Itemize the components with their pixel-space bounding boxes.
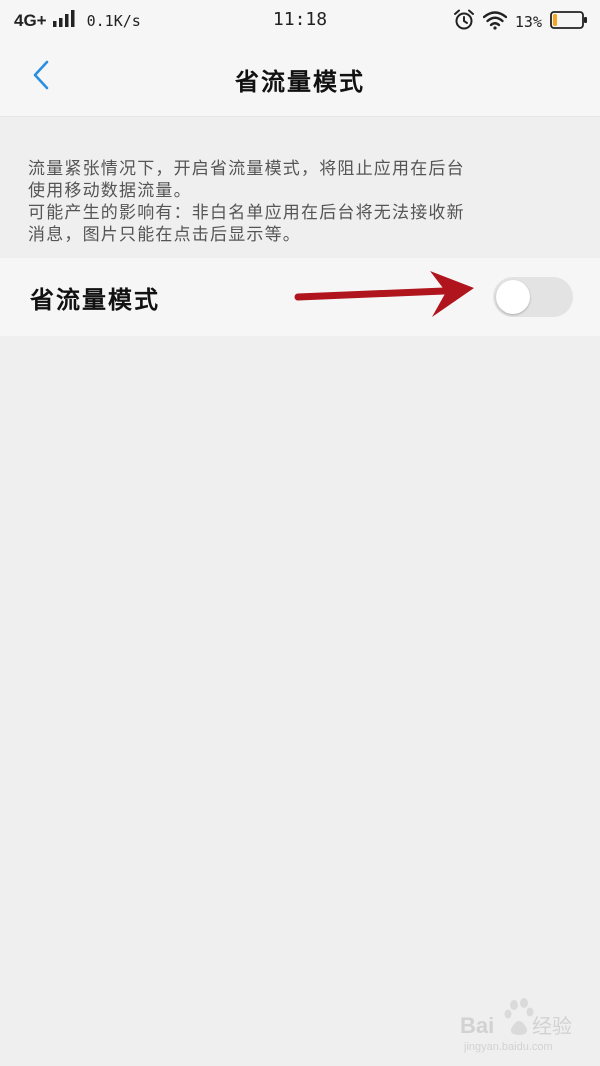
- description: 流量紧张情况下，开启省流量模式，将阻止应用在后台 使用移动数据流量。 可能产生的…: [28, 158, 576, 246]
- annotation-arrow-icon: [294, 269, 479, 325]
- page-title: 省流量模式: [235, 67, 365, 96]
- data-saver-toggle[interactable]: [493, 277, 573, 317]
- setting-label: 省流量模式: [30, 285, 160, 314]
- svg-text:jingyan.baidu.com: jingyan.baidu.com: [463, 1041, 553, 1053]
- battery-icon: [550, 11, 588, 33]
- status-bar: 4G+ 0.1K/s 11:18 13%: [0, 0, 600, 40]
- svg-text:经验: 经验: [532, 1014, 572, 1038]
- description-line: 流量紧张情况下，开启省流量模式，将阻止应用在后台: [28, 159, 465, 179]
- status-right: 13%: [453, 9, 588, 35]
- svg-text:Bai: Bai: [460, 1013, 494, 1038]
- app-header: 省流量模式: [0, 40, 600, 117]
- description-line: 使用移动数据流量。: [28, 181, 192, 201]
- battery-percent: 13%: [514, 13, 542, 31]
- description-line: 可能产生的影响有：非白名单应用在后台将无法接收新: [28, 203, 465, 223]
- alarm-icon: [453, 9, 475, 35]
- wifi-icon: [482, 10, 508, 34]
- description-line: 消息，图片只能在点击后显示等。: [28, 225, 301, 245]
- toggle-knob: [496, 280, 530, 314]
- baidu-jingyan-watermark-logo: Bai 经验 jingyan.baidu.com: [456, 995, 576, 1055]
